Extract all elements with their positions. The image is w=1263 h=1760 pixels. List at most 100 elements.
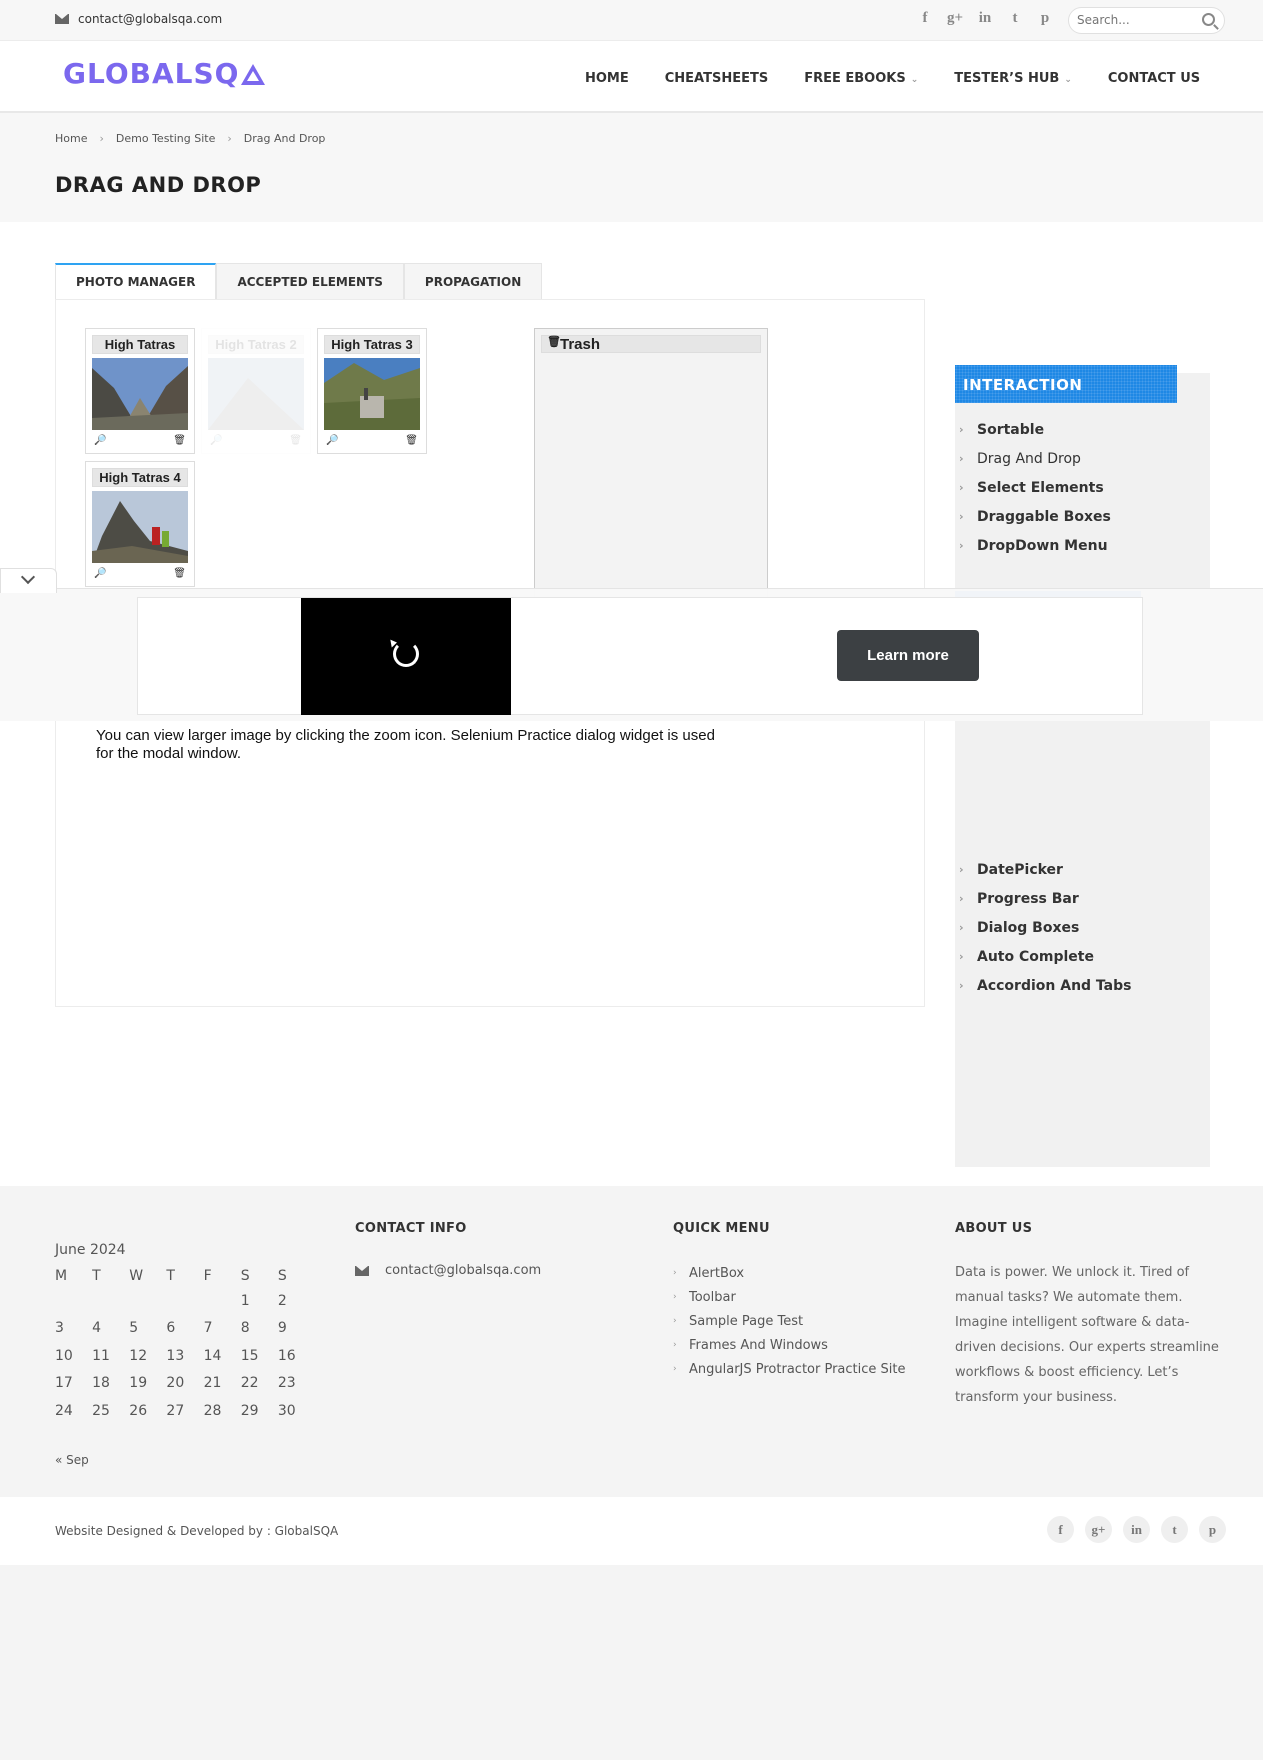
sidebar-item-select-elements[interactable]: › Select Elements xyxy=(955,473,1111,502)
sidebar-item-datepicker[interactable]: › DatePicker xyxy=(955,855,1131,884)
demo-description: You can view larger image by clicking th… xyxy=(96,727,715,762)
top-email[interactable]: contact@globalsqa.com xyxy=(55,12,222,26)
zoom-icon[interactable]: 🔎 xyxy=(94,435,106,446)
chevron-right-icon: › xyxy=(959,452,964,465)
breadcrumb-home[interactable]: Home xyxy=(55,132,87,145)
chevron-right-icon: › xyxy=(959,921,964,934)
chevron-right-icon: › xyxy=(959,892,964,905)
quick-menu-heading: QUICK MENU xyxy=(673,1221,770,1236)
site-footer: June 2024 MTWTFSS 12 3456789 10 11 12 13 14 1… xyxy=(0,1186,1263,1497)
twitter-icon[interactable]: t xyxy=(1161,1516,1188,1543)
sidebar-menu: › Sortable › Drag And Drop › Select Element… xyxy=(955,415,1111,560)
sidebar-item-auto-complete[interactable]: › Auto Complete xyxy=(955,942,1131,971)
quick-menu-item[interactable]: › Sample Page Test xyxy=(673,1309,906,1333)
google-plus-icon[interactable]: g+ xyxy=(1085,1516,1112,1543)
tab-photo-manager[interactable]: PHOTO MANAGER xyxy=(55,263,217,299)
calendar-widget: June 2024 MTWTFSS 12 3456789 10 11 12 13 14 1… xyxy=(55,1242,315,1467)
google-plus-icon[interactable]: g+ xyxy=(945,10,965,27)
envelope-icon xyxy=(55,14,69,24)
quick-menu-item[interactable]: › Frames And Windows xyxy=(673,1333,906,1357)
trash-title: Trash xyxy=(560,336,601,353)
gallery-item[interactable]: High Tatras 4 🔎 🗑 xyxy=(85,461,195,587)
nav-home[interactable]: HOME xyxy=(585,71,629,86)
chevron-down-icon: ⌄ xyxy=(910,75,919,85)
gallery-item-title: High Tatras 2 xyxy=(208,335,304,354)
gallery-item[interactable]: High Tatras 3 🔎 🗑 xyxy=(317,328,427,454)
calendar-week: 10 11 12 13 14 15 16 xyxy=(55,1347,296,1364)
about-text: Data is power. We unlock it. Tired of ma… xyxy=(955,1265,1219,1405)
trash-header: 🗑 Trash xyxy=(541,335,761,353)
quick-menu-item[interactable]: › AngularJS Protractor Practice Site xyxy=(673,1357,906,1381)
chevron-right-icon: › xyxy=(959,481,964,494)
linkedin-icon[interactable]: in xyxy=(975,10,995,27)
nav-testers-hub[interactable]: TESTER’S HUB ⌄ xyxy=(954,71,1072,86)
title-band: Home › Demo Testing Site › Drag And Drop… xyxy=(0,113,1263,222)
sidebar-item-sortable[interactable]: › Sortable xyxy=(955,415,1111,444)
chevron-right-icon: › xyxy=(99,132,104,145)
breadcrumb-current: Drag And Drop xyxy=(243,132,326,145)
sidebar-heading: INTERACTION xyxy=(955,365,1177,403)
quick-menu-list: › AlertBox › Toolbar › Sample Page Test › Fr… xyxy=(673,1261,906,1381)
top-email-text[interactable]: contact@globalsqa.com xyxy=(78,12,222,26)
sidebar-item-dialog-boxes[interactable]: › Dialog Boxes xyxy=(955,913,1131,942)
facebook-icon[interactable]: f xyxy=(1047,1516,1074,1543)
ad-content[interactable]: Learn more xyxy=(137,597,1143,715)
trash-icon[interactable]: 🗑 xyxy=(173,435,186,446)
pinterest-icon[interactable]: p xyxy=(1199,1516,1226,1543)
sidebar-item-drag-and-drop[interactable]: › Drag And Drop xyxy=(955,444,1111,473)
page-title: DRAG AND DROP xyxy=(55,173,262,197)
linkedin-icon[interactable]: in xyxy=(1123,1516,1150,1543)
footer-email[interactable]: contact@globalsqa.com xyxy=(355,1263,541,1278)
sidebar-item-accordion-tabs[interactable]: › Accordion And Tabs xyxy=(955,971,1131,1000)
site-logo[interactable]: GLOBALSQ xyxy=(63,57,266,90)
bottom-bar: Website Designed & Developed by : Global… xyxy=(0,1497,1263,1565)
logo-triangle-icon xyxy=(241,64,266,85)
calendar-caption: June 2024 xyxy=(55,1242,126,1258)
ad-video[interactable] xyxy=(301,598,511,715)
zoom-icon[interactable]: 🔎 xyxy=(326,435,338,446)
facebook-icon[interactable]: f xyxy=(915,10,935,27)
search-icon[interactable] xyxy=(1202,13,1215,26)
learn-more-button[interactable]: Learn more xyxy=(837,630,979,681)
chevron-right-icon: › xyxy=(673,1340,677,1350)
zoom-icon[interactable]: 🔎 xyxy=(210,435,222,446)
pinterest-icon[interactable]: p xyxy=(1035,10,1055,27)
sidebar-item-progress-bar[interactable]: › Progress Bar xyxy=(955,884,1131,913)
twitter-icon[interactable]: t xyxy=(1005,10,1025,27)
quick-menu-item[interactable]: › Toolbar xyxy=(673,1285,906,1309)
chevron-right-icon: › xyxy=(959,863,964,876)
envelope-icon xyxy=(355,1265,369,1276)
ad-banner: Learn more xyxy=(0,568,1263,721)
chevron-right-icon: › xyxy=(227,132,232,145)
breadcrumb-demo-site[interactable]: Demo Testing Site xyxy=(116,132,215,145)
trash-icon[interactable]: 🗑 xyxy=(289,435,302,446)
search-input[interactable] xyxy=(1077,13,1197,27)
chevron-right-icon: › xyxy=(673,1268,677,1278)
quick-menu-item[interactable]: › AlertBox xyxy=(673,1261,906,1285)
sidebar-menu-2: › DatePicker › Progress Bar › Dialog Boxes … xyxy=(955,855,1131,1000)
nav-free-ebooks[interactable]: FREE EBOOKS ⌄ xyxy=(804,71,918,86)
sidebar: INTERACTION › Sortable › Drag And Drop › Se… xyxy=(955,365,1210,1167)
search-box xyxy=(1068,7,1225,34)
trash-drop-zone[interactable]: 🗑 Trash xyxy=(534,328,768,598)
nav-contact-us[interactable]: CONTACT US xyxy=(1108,71,1200,86)
trash-icon[interactable]: 🗑 xyxy=(405,435,418,446)
nav-cheatsheets[interactable]: CHEATSHEETS xyxy=(665,71,768,86)
zoom-icon[interactable]: 🔎 xyxy=(94,568,106,579)
footer-email-text[interactable]: contact@globalsqa.com xyxy=(385,1263,541,1278)
gallery-item[interactable]: High Tatras 🔎 🗑 xyxy=(85,328,195,454)
gallery-item[interactable]: High Tatras 2 🔎 🗑 xyxy=(201,328,311,454)
calendar-prev-link[interactable]: « Sep xyxy=(55,1453,89,1467)
gallery-item-title: High Tatras 4 xyxy=(92,468,188,487)
replay-icon[interactable] xyxy=(393,641,419,667)
top-social-links: f g+ in t p xyxy=(915,10,1055,27)
breadcrumb: Home › Demo Testing Site › Drag And Drop xyxy=(55,132,325,145)
trash-icon[interactable]: 🗑 xyxy=(173,568,186,579)
sidebar-item-draggable-boxes[interactable]: › Draggable Boxes xyxy=(955,502,1111,531)
logo-text: GLOBALSQ xyxy=(63,57,240,90)
tab-accepted-elements[interactable]: ACCEPTED ELEMENTS xyxy=(216,263,404,299)
ad-collapse-button[interactable] xyxy=(0,568,57,593)
sidebar-item-dropdown-menu[interactable]: › DropDown Menu xyxy=(955,531,1111,560)
chevron-right-icon: › xyxy=(959,950,964,963)
tab-propagation[interactable]: PROPAGATION xyxy=(403,263,543,299)
